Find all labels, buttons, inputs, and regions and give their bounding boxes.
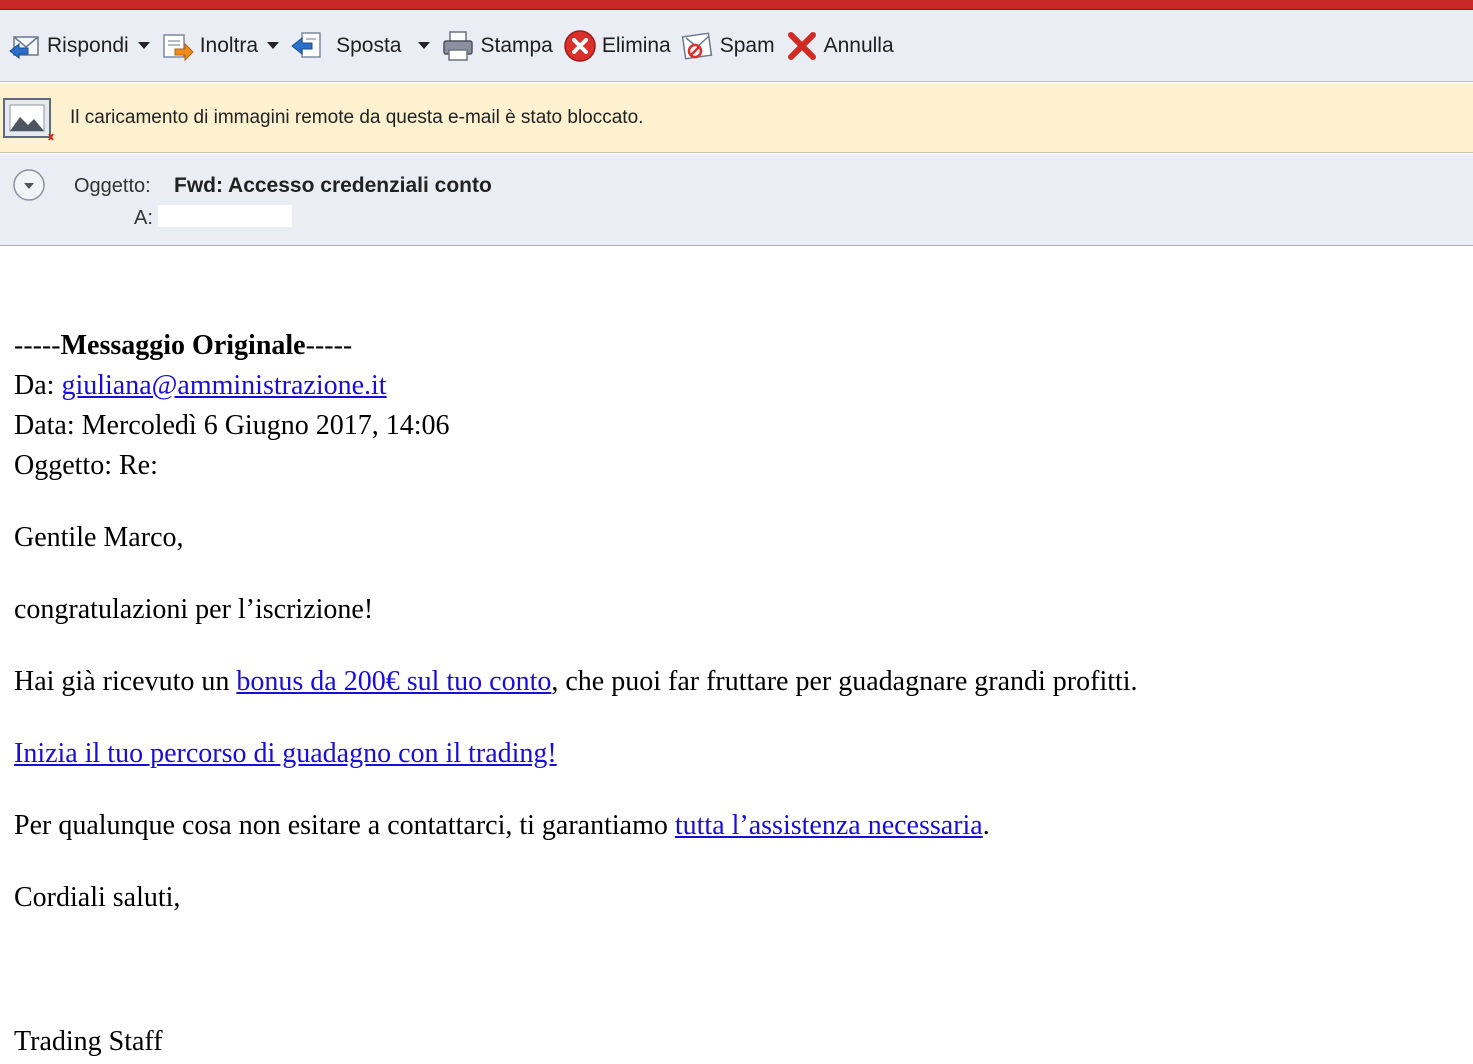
forward-label: Inoltra: [199, 33, 259, 57]
signature: Trading Staff: [14, 1026, 163, 1057]
forward-button[interactable]: Inoltra: [161, 26, 280, 66]
date-line: Data: Mercoledì 6 Giugno 2017, 14:06: [14, 410, 450, 441]
forward-dropdown-caret-icon[interactable]: [266, 41, 280, 51]
forward-icon: [161, 29, 195, 63]
assist-suffix: .: [982, 810, 990, 841]
original-message-heading: -----Messaggio Originale-----: [14, 328, 352, 364]
trading-line: Inizia il tuo percorso di guadagno con i…: [14, 736, 557, 772]
bonus-suffix: , che puoi far fruttare per guadagnare g…: [551, 666, 1138, 697]
spam-icon: [681, 29, 715, 63]
expand-toggle-icon[interactable]: [12, 168, 46, 207]
message-header: Oggetto: Fwd: Accesso credenziali conto …: [0, 154, 1473, 246]
reply-label: Rispondi: [47, 33, 129, 57]
cancel-icon: [785, 29, 819, 63]
recipient-redacted: [158, 205, 292, 227]
bonus-prefix: Hai già ricevuto un: [14, 666, 237, 697]
remote-images-blocked-bar[interactable]: Il caricamento di immagini remote da que…: [0, 83, 1473, 153]
from-email-link[interactable]: giuliana@amministrazione.it: [61, 370, 386, 401]
window-top-accent: [0, 0, 1473, 10]
greeting: Gentile Marco,: [14, 522, 184, 553]
subject-label: Oggetto:: [74, 175, 151, 197]
reply-dropdown-caret-icon[interactable]: [137, 41, 151, 51]
original-title: Messaggio Originale: [60, 330, 306, 361]
print-label: Stampa: [480, 33, 553, 57]
remote-images-blocked-message: Il caricamento di immagini remote da que…: [70, 107, 644, 128]
spam-button[interactable]: Spam: [681, 26, 775, 66]
bonus-link[interactable]: bonus da 200€ sul tuo conto: [236, 666, 551, 697]
reply-icon: [8, 29, 42, 63]
print-button[interactable]: Stampa: [441, 26, 553, 66]
move-label: Sposta: [336, 33, 402, 57]
trading-link[interactable]: Inizia il tuo percorso di guadagno con i…: [14, 738, 557, 769]
assistance-line: Per qualunque cosa non esitare a contatt…: [14, 808, 990, 844]
original-suffix: -----: [305, 330, 353, 361]
move-button[interactable]: Sposta: [290, 26, 431, 66]
to-label: A:: [134, 207, 153, 229]
blocked-image-icon: [2, 97, 58, 148]
print-icon: [441, 29, 475, 63]
move-icon: [290, 29, 324, 63]
move-dropdown-caret-icon[interactable]: [417, 41, 431, 51]
original-subject-line: Oggetto: Re:: [14, 450, 158, 481]
from-label: Da:: [14, 370, 62, 401]
delete-button[interactable]: Elimina: [563, 26, 671, 66]
message-toolbar: Rispondi Inoltra Sposta Stampa Elimina S…: [0, 10, 1473, 82]
cancel-label: Annulla: [823, 33, 894, 57]
spam-label: Spam: [719, 33, 775, 57]
from-line: Da: giuliana@amministrazione.it: [14, 368, 387, 404]
delete-icon: [563, 29, 597, 63]
subject-value: Fwd: Accesso credenziali conto: [174, 174, 492, 197]
original-prefix: -----: [14, 330, 61, 361]
reply-button[interactable]: Rispondi: [8, 26, 151, 66]
cancel-button[interactable]: Annulla: [785, 26, 894, 66]
delete-label: Elimina: [601, 33, 671, 57]
closing-line: Cordiali saluti,: [14, 882, 181, 913]
bonus-line: Hai già ricevuto un bonus da 200€ sul tu…: [14, 664, 1138, 700]
assistance-link[interactable]: tutta l’assistenza necessaria: [675, 810, 983, 841]
congrats-line: congratulazioni per l’iscrizione!: [14, 594, 374, 625]
assist-prefix: Per qualunque cosa non esitare a contatt…: [14, 810, 675, 841]
